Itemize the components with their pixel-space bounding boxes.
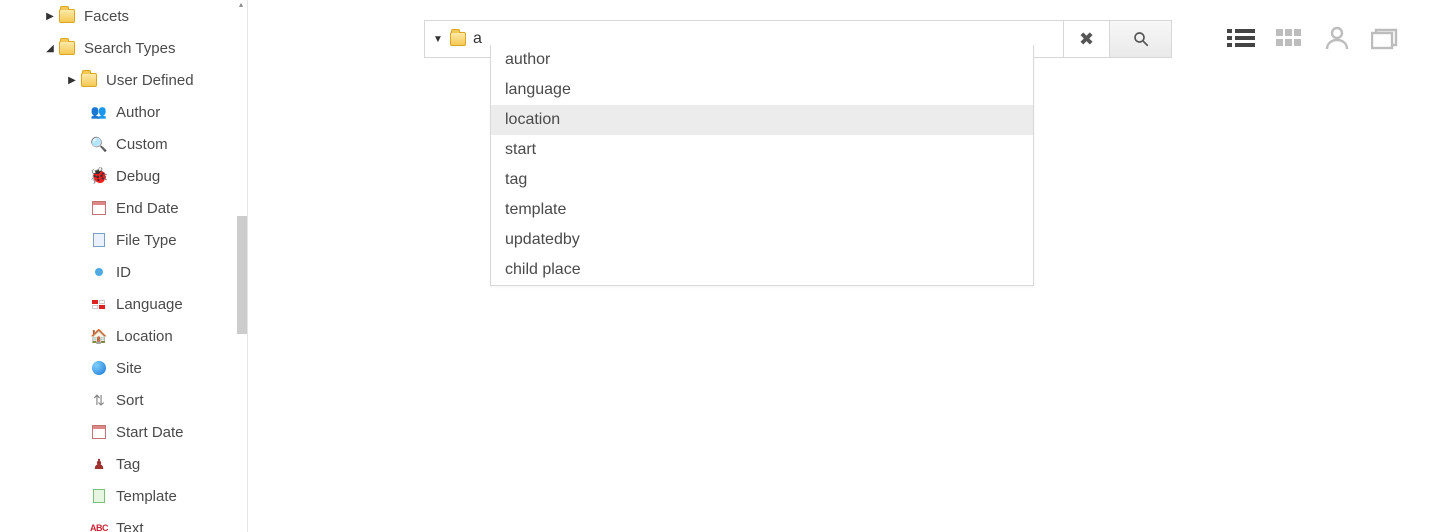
folder-icon <box>80 71 98 89</box>
view-user-button[interactable] <box>1322 24 1352 52</box>
sidebar: ▶ Facets ◢ Search Types ▶ User Defined 👥 Author… <box>0 0 248 532</box>
tree-item[interactable]: ▶ Facets <box>0 0 247 32</box>
tree-item-label: Custom <box>116 136 168 153</box>
tree-item[interactable]: 🔍 Custom <box>0 128 247 160</box>
suggestion-item[interactable]: language <box>491 75 1033 105</box>
globe-icon <box>90 359 108 377</box>
loc-icon: 🏠 <box>90 327 108 345</box>
close-icon: ✖ <box>1079 29 1094 50</box>
tree-item-label: User Defined <box>106 72 194 89</box>
cal-icon <box>90 199 108 217</box>
pin-icon: ♟ <box>90 455 108 473</box>
view-grid-button[interactable] <box>1274 24 1304 52</box>
tree-item[interactable]: End Date <box>0 192 247 224</box>
tree-toggle-icon[interactable]: ▶ <box>66 75 78 86</box>
tree-item[interactable]: ABC Text <box>0 512 247 532</box>
grid-view-icon <box>1276 27 1302 49</box>
tree-item-label: Location <box>116 328 173 345</box>
suggestion-item[interactable]: author <box>491 45 1033 75</box>
cal-icon <box>90 423 108 441</box>
lang-icon <box>90 295 108 313</box>
tree-item-label: Search Types <box>84 40 175 57</box>
folder-icon <box>58 39 76 57</box>
tree-item[interactable]: Language <box>0 288 247 320</box>
list-view-icon <box>1227 27 1255 49</box>
tree-item[interactable]: File Type <box>0 224 247 256</box>
suggestion-item[interactable]: updatedby <box>491 225 1033 255</box>
sidebar-scrollbar[interactable]: ▴ <box>235 0 247 532</box>
tree-item[interactable]: ▶ User Defined <box>0 64 247 96</box>
suggestion-item[interactable]: start <box>491 135 1033 165</box>
stack-icon <box>1371 26 1399 50</box>
suggestion-item[interactable]: child place <box>491 255 1033 285</box>
tmpl-icon <box>90 487 108 505</box>
suggestion-item[interactable]: tag <box>491 165 1033 195</box>
bug-icon: 🐞 <box>90 167 108 185</box>
tree-item-label: Site <box>116 360 142 377</box>
tree-item-label: File Type <box>116 232 177 249</box>
tree-toggle-icon[interactable]: ▶ <box>44 11 56 22</box>
tree-item-label: Sort <box>116 392 144 409</box>
search-scope-dropdown-icon[interactable]: ▼ <box>425 34 445 45</box>
search-scope-folder-icon <box>449 30 467 48</box>
tree-toggle-icon[interactable]: ◢ <box>44 43 56 54</box>
clear-search-button[interactable]: ✖ <box>1064 20 1110 58</box>
people-icon: 👥 <box>90 103 108 121</box>
tree-item-label: Debug <box>116 168 160 185</box>
tree-item-label: Language <box>116 296 183 313</box>
sorti-icon: ⇅ <box>90 391 108 409</box>
view-list-button[interactable] <box>1226 24 1256 52</box>
view-mode-toolbar <box>1226 24 1400 52</box>
user-icon <box>1324 25 1350 51</box>
suggestion-item[interactable]: location <box>491 105 1033 135</box>
tree-item-label: Template <box>116 488 177 505</box>
search-button[interactable] <box>1110 20 1172 58</box>
tree-item[interactable]: Site <box>0 352 247 384</box>
suggestion-item[interactable]: template <box>491 195 1033 225</box>
tree-item-label: Author <box>116 104 160 121</box>
dot-icon <box>90 263 108 281</box>
tree-item-label: Start Date <box>116 424 184 441</box>
tree-item[interactable]: Template <box>0 480 247 512</box>
tree-item[interactable]: ID <box>0 256 247 288</box>
folder-icon <box>58 7 76 25</box>
tree-item[interactable]: 🏠 Location <box>0 320 247 352</box>
tree: ▶ Facets ◢ Search Types ▶ User Defined 👥 Author… <box>0 0 247 532</box>
tree-item[interactable]: 👥 Author <box>0 96 247 128</box>
tree-item[interactable]: Start Date <box>0 416 247 448</box>
search-icon <box>1132 30 1150 48</box>
tree-item-label: Facets <box>84 8 129 25</box>
view-stack-button[interactable] <box>1370 24 1400 52</box>
filei-icon <box>90 231 108 249</box>
abc-icon: ABC <box>90 519 108 532</box>
tree-item-label: Tag <box>116 456 140 473</box>
tree-item[interactable]: 🐞 Debug <box>0 160 247 192</box>
tree-item-label: Text <box>116 520 144 532</box>
tree-item[interactable]: ◢ Search Types <box>0 32 247 64</box>
tree-item-label: ID <box>116 264 131 281</box>
mag-icon: 🔍 <box>90 135 108 153</box>
tree-item-label: End Date <box>116 200 179 217</box>
search-suggestions-dropdown: authorlanguagelocationstarttagtemplateup… <box>490 45 1034 286</box>
tree-item[interactable]: ♟ Tag <box>0 448 247 480</box>
scroll-up-icon[interactable]: ▴ <box>235 0 247 12</box>
scroll-thumb[interactable] <box>237 216 247 334</box>
tree-item[interactable]: ⇅ Sort <box>0 384 247 416</box>
